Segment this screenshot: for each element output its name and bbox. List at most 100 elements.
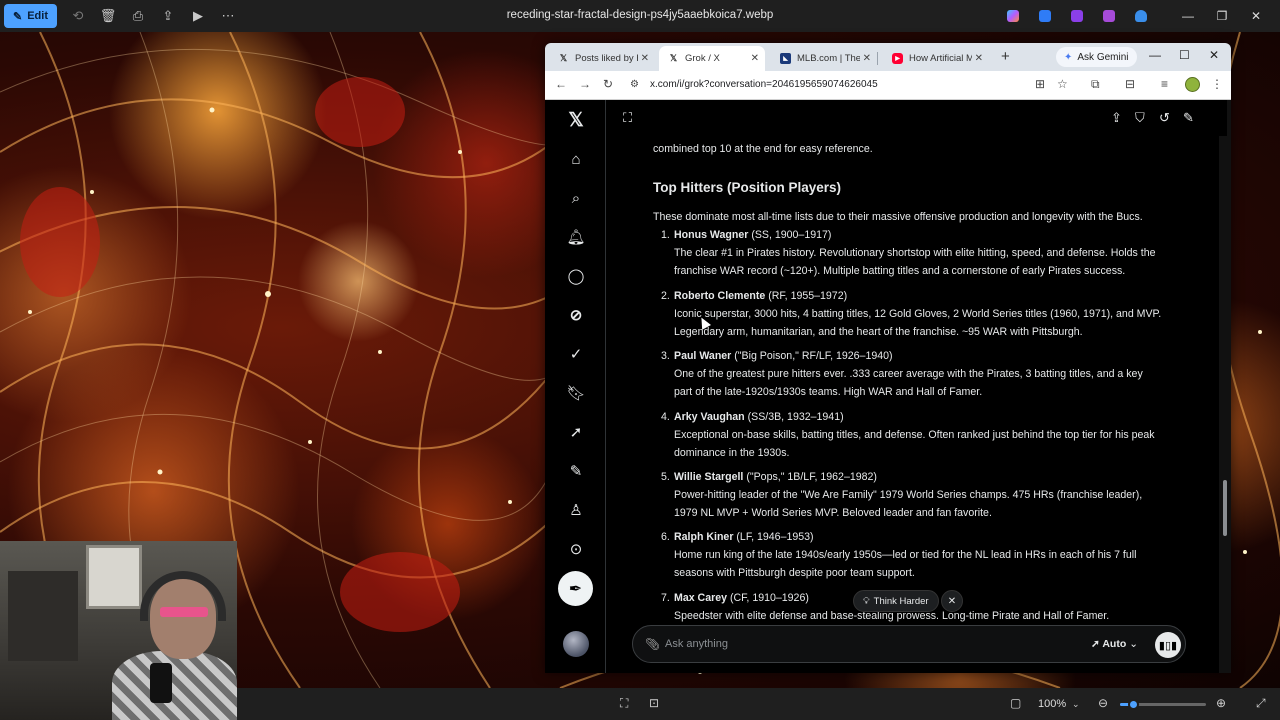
clipchamp-icon[interactable] [1062, 4, 1092, 28]
browser-close-icon[interactable]: ✕ [1209, 48, 1219, 62]
edit-button[interactable]: ✎ Edit [4, 4, 57, 28]
zoom-in-icon[interactable]: ⊕ [1216, 696, 1226, 710]
minimize-icon[interactable]: — [1172, 4, 1204, 28]
designer-icon[interactable] [1030, 4, 1060, 28]
tab-strip: 𝕏 Posts liked by Hor ✕ 𝕏 Grok / X ✕ ◣ ML… [545, 43, 1231, 71]
reload-icon[interactable]: ↻ [603, 77, 613, 91]
photos-app-icon[interactable] [1094, 4, 1124, 28]
browser-menu-icon[interactable]: ⋮ [1211, 77, 1223, 91]
print-icon[interactable]: ⎙ [123, 4, 153, 28]
share-icon[interactable]: ⇪ [1111, 110, 1122, 126]
tab-close-icon[interactable]: ✕ [975, 53, 983, 64]
grok-icon[interactable]: ⊘ [565, 304, 587, 326]
tab-posts-liked[interactable]: 𝕏 Posts liked by Hor ✕ [549, 46, 655, 71]
visual-search-icon[interactable]: ⊡ [649, 696, 659, 710]
maximize-icon[interactable]: ❐ [1206, 4, 1238, 28]
search-icon[interactable]: ⌕ [565, 187, 587, 209]
player-name: Max Carey [674, 592, 727, 604]
x-logo-icon: 𝕏 [669, 53, 678, 63]
install-app-icon[interactable]: ⊞ [1035, 77, 1045, 91]
tab-grok[interactable]: 𝕏 Grok / X ✕ [659, 46, 765, 71]
slideshow-icon[interactable]: ▶ [183, 4, 213, 28]
waveform-icon: ▮▯▮ [1158, 639, 1178, 652]
site-info-icon[interactable]: ⚙ [630, 79, 639, 90]
close-icon[interactable]: ✕ [1240, 4, 1272, 28]
mode-selector[interactable]: ➚ Auto ⌄ [1091, 638, 1138, 650]
new-tab-icon[interactable]: + [1001, 48, 1010, 65]
zoom-out-icon[interactable]: ⊖ [1098, 696, 1108, 710]
zoom-slider-thumb[interactable] [1127, 699, 1139, 710]
x-logo-icon: 𝕏 [559, 53, 568, 63]
expand-icon[interactable]: ⛶ [623, 110, 632, 126]
webcam-person-shirt [112, 651, 237, 720]
think-harder-label: Think Harder [873, 595, 929, 607]
tab-label: How Artificial Me [909, 53, 972, 64]
address-bar[interactable]: x.com/i/grok?conversation=20461956590746… [650, 79, 878, 90]
player-description: Home run king of the late 1940s/early 19… [674, 549, 1137, 579]
extensions-icon[interactable]: ⧉ [1091, 77, 1100, 92]
fit-to-screen-icon[interactable]: ⛶ [620, 696, 628, 711]
verified-icon[interactable]: ✓ [565, 343, 587, 365]
jobs-rocket-icon[interactable]: ➚ [565, 421, 587, 443]
scrollbar-thumb[interactable] [1223, 480, 1227, 536]
rotate-icon[interactable]: ⟲ [63, 4, 93, 28]
page-scrollbar[interactable] [1219, 100, 1231, 673]
reading-list-icon[interactable]: ≡ [1161, 77, 1168, 91]
full-screen-icon[interactable]: ⤢ [1256, 696, 1266, 711]
zoom-slider[interactable] [1120, 699, 1206, 710]
more-circle-icon[interactable]: ⊙ [565, 538, 587, 560]
voice-mode-button[interactable]: ▮▯▮ [1155, 632, 1181, 658]
forward-icon[interactable]: → [579, 77, 591, 91]
profile-avatar[interactable] [1185, 77, 1200, 92]
tab-close-icon[interactable]: ✕ [863, 53, 871, 64]
notifications-icon[interactable]: 🔔︎ [565, 226, 587, 248]
bookmark-star-icon[interactable]: ☆ [1057, 77, 1068, 91]
zoom-level[interactable]: 100% [1038, 698, 1066, 710]
webcam-window [86, 545, 142, 609]
premium-icon[interactable]: ✎ [565, 460, 587, 482]
tab-close-icon[interactable]: ✕ [641, 53, 649, 64]
think-harder-button[interactable]: 💡︎ Think Harder [853, 590, 939, 612]
new-chat-icon[interactable]: ✎ [1183, 110, 1194, 126]
ask-input[interactable]: Ask anything [665, 638, 728, 650]
bookmark-icon[interactable]: ⛉ [1135, 110, 1145, 126]
history-icon[interactable]: ↺ [1159, 110, 1170, 126]
ask-gemini-button[interactable]: ✦ Ask Gemini [1056, 47, 1137, 67]
zoom-dropdown-icon[interactable]: ⌄ [1072, 699, 1080, 710]
browser-minimize-icon[interactable]: — [1149, 48, 1161, 62]
more-options-icon[interactable]: ⋯ [213, 4, 243, 28]
edit-pencil-icon: ✎ [13, 10, 23, 23]
ask-input-box[interactable]: 📎︎ Ask anything ➚ Auto ⌄ ▮▯▮ [632, 625, 1186, 663]
player-description: One of the greatest pure hitters ever. .… [674, 368, 1143, 398]
home-icon[interactable]: ⌂ [565, 148, 587, 170]
profile-icon[interactable]: ♙ [565, 499, 587, 521]
bookmarks-icon[interactable]: 🔖︎ [565, 382, 587, 404]
split-screen-icon[interactable]: ⊟ [1125, 77, 1135, 91]
actual-size-icon[interactable]: ▢ [1010, 696, 1021, 710]
browser-toolbar: ← → ↻ ⚙ x.com/i/grok?conversation=204619… [545, 71, 1231, 100]
delete-icon[interactable]: 🗑 [93, 4, 123, 28]
share-icon[interactable]: ⇪ [153, 4, 183, 28]
section-heading: Top Hitters (Position Players) [653, 180, 842, 195]
tab-mlb[interactable]: ◣ MLB.com | The Of ✕ [771, 46, 877, 71]
webcam-background [8, 571, 78, 661]
player-name: Honus Wagner [674, 229, 749, 241]
webcam-overlay [0, 541, 237, 720]
mlb-logo-icon: ◣ [780, 53, 791, 64]
messages-icon[interactable]: ◯ [565, 265, 587, 287]
attach-icon[interactable]: 📎︎ [645, 637, 660, 651]
back-icon[interactable]: ← [555, 77, 567, 91]
user-avatar[interactable] [563, 631, 589, 657]
onedrive-icon[interactable] [1126, 4, 1156, 28]
tab-youtube[interactable]: ▶ How Artificial Me ✕ [883, 46, 989, 71]
player-meta: (SS/3B, 1932–1941) [747, 411, 844, 423]
copilot-icon[interactable] [998, 4, 1028, 28]
item-number: 6. [661, 531, 670, 543]
browser-maximize-icon[interactable]: ☐ [1179, 48, 1190, 62]
compose-post-button[interactable]: ✒ [558, 571, 593, 606]
tab-close-icon[interactable]: ✕ [751, 53, 759, 64]
browser-window: 𝕏 Posts liked by Hor ✕ 𝕏 Grok / X ✕ ◣ ML… [545, 43, 1231, 673]
dismiss-suggestion-icon[interactable]: ✕ [941, 590, 963, 612]
rocket-icon: ➚ [1091, 638, 1100, 650]
x-logo-icon[interactable]: 𝕏 [565, 109, 587, 131]
